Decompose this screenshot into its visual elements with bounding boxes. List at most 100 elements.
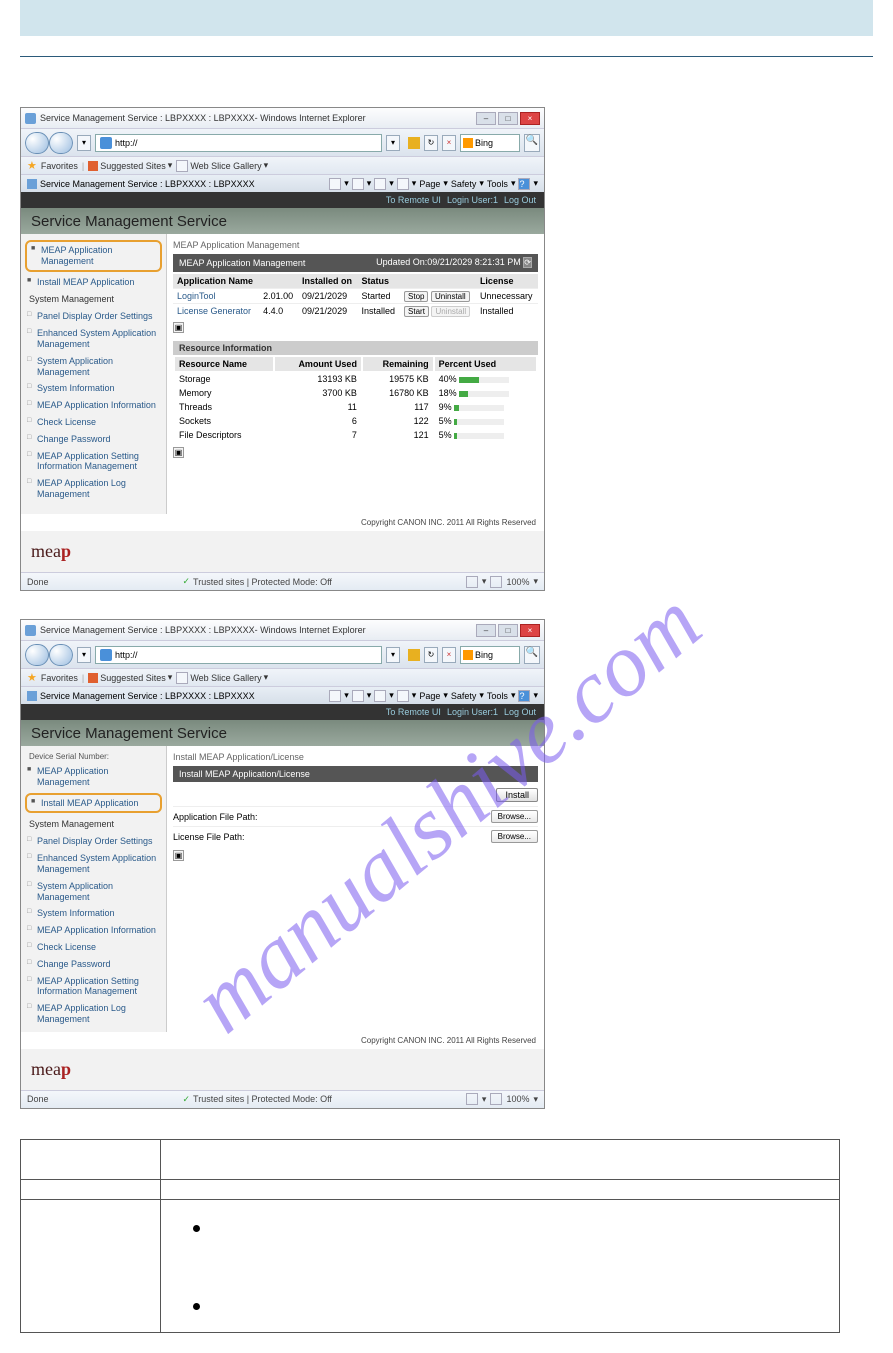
dropdown-icon[interactable]: ▾: [77, 135, 91, 151]
star-icon[interactable]: ★: [27, 671, 37, 684]
sidebar-item-meap-log[interactable]: MEAP Application Log Management: [21, 1000, 166, 1028]
expand-icon[interactable]: ▣: [173, 322, 184, 333]
webslice-icon: [176, 160, 188, 172]
sidebar-item-sys-app-mgmt[interactable]: System Application Management: [21, 353, 166, 381]
zone-icon[interactable]: [466, 1093, 478, 1105]
sidebar-item-meap-setting[interactable]: MEAP Application Setting Information Man…: [21, 448, 166, 476]
refresh-icon[interactable]: ↻: [424, 135, 438, 151]
sidebar-item-meap-app-info[interactable]: MEAP Application Information: [21, 922, 166, 939]
tab-icon: [27, 691, 37, 701]
sidebar-item-check-license[interactable]: Check License: [21, 939, 166, 956]
close-button[interactable]: ×: [520, 624, 540, 637]
dropdown-icon[interactable]: ▾: [77, 647, 91, 663]
ie-icon: [100, 649, 112, 661]
stop-button[interactable]: Stop: [404, 291, 428, 302]
app-file-path-label: Application File Path:: [173, 812, 293, 822]
install-button[interactable]: Install: [496, 788, 538, 802]
start-button[interactable]: Start: [404, 306, 429, 317]
maximize-button[interactable]: □: [498, 112, 518, 125]
logout-link[interactable]: Log Out: [504, 707, 536, 717]
help-icon[interactable]: ?: [518, 178, 530, 190]
help-icon[interactable]: ?: [518, 690, 530, 702]
sidebar-item-install-meap[interactable]: Install MEAP Application: [21, 274, 166, 291]
tab-title[interactable]: Service Management Service : LBPXXXX : L…: [40, 179, 255, 189]
sidebar-item-enhanced[interactable]: Enhanced System Application Management: [21, 850, 166, 878]
tools-menu[interactable]: Tools: [487, 179, 508, 189]
expand-icon[interactable]: ▣: [173, 447, 184, 458]
sidebar-item-sys-info[interactable]: System Information: [21, 380, 166, 397]
webslice-icon: [176, 672, 188, 684]
remote-ui-link[interactable]: To Remote UI: [386, 195, 441, 205]
sidebar-item-panel-display[interactable]: Panel Display Order Settings: [21, 833, 166, 850]
back-button[interactable]: [25, 132, 49, 154]
home-icon[interactable]: [329, 178, 341, 190]
sidebar-item-meap-mgmt[interactable]: MEAP Application Management: [21, 763, 166, 791]
app-name[interactable]: License Generator: [173, 304, 259, 319]
safety-menu[interactable]: Safety: [451, 691, 477, 701]
mail-icon[interactable]: [374, 178, 386, 190]
sidebar-item-meap-setting[interactable]: MEAP Application Setting Information Man…: [21, 973, 166, 1001]
back-button[interactable]: [25, 644, 49, 666]
sidebar-item-enhanced[interactable]: Enhanced System Application Management: [21, 325, 166, 353]
logout-link[interactable]: Log Out: [504, 195, 536, 205]
zoom-icon[interactable]: [490, 1093, 502, 1105]
uninstall-button[interactable]: Uninstall: [431, 291, 470, 302]
sidebar-item-sys-app-mgmt[interactable]: System Application Management: [21, 878, 166, 906]
tools-menu[interactable]: Tools: [487, 691, 508, 701]
minimize-button[interactable]: –: [476, 112, 496, 125]
sidebar-item-meap-app-info[interactable]: MEAP Application Information: [21, 397, 166, 414]
page-header-area: Service Management Service: [21, 720, 544, 746]
close-button[interactable]: ×: [520, 112, 540, 125]
feed-icon[interactable]: [352, 690, 364, 702]
zone-icon[interactable]: [466, 576, 478, 588]
bing-icon: [463, 138, 473, 148]
print-icon[interactable]: [397, 178, 409, 190]
address-bar[interactable]: http://: [95, 646, 382, 664]
safety-menu[interactable]: Safety: [451, 179, 477, 189]
refresh-button[interactable]: ⟳: [523, 257, 532, 268]
tab-title[interactable]: Service Management Service : LBPXXXX : L…: [40, 691, 255, 701]
star-icon[interactable]: ★: [27, 159, 37, 172]
web-slice-gallery[interactable]: Web Slice Gallery ▾: [176, 672, 268, 684]
sidebar-item-panel-display[interactable]: Panel Display Order Settings: [21, 308, 166, 325]
url-dropdown[interactable]: ▾: [386, 135, 400, 151]
expand-icon[interactable]: ▣: [173, 850, 184, 861]
forward-button[interactable]: [49, 644, 73, 666]
page-menu[interactable]: Page: [419, 691, 440, 701]
stop-icon[interactable]: ×: [442, 135, 456, 151]
remote-ui-link[interactable]: To Remote UI: [386, 707, 441, 717]
sidebar-item-install-meap[interactable]: Install MEAP Application: [25, 793, 162, 814]
suggested-sites[interactable]: Suggested Sites ▾: [88, 160, 172, 171]
page-menu[interactable]: Page: [419, 179, 440, 189]
zoom-icon[interactable]: [490, 576, 502, 588]
sidebar-item-sys-info[interactable]: System Information: [21, 905, 166, 922]
search-box[interactable]: Bing: [460, 134, 520, 152]
mail-icon[interactable]: [374, 690, 386, 702]
search-icon[interactable]: 🔍: [524, 646, 540, 664]
forward-button[interactable]: [49, 132, 73, 154]
sidebar-item-change-pwd[interactable]: Change Password: [21, 431, 166, 448]
search-icon[interactable]: 🔍: [524, 134, 540, 152]
sidebar-item-change-pwd[interactable]: Change Password: [21, 956, 166, 973]
feed-icon[interactable]: [352, 178, 364, 190]
search-box[interactable]: Bing: [460, 646, 520, 664]
refresh-icon[interactable]: ↻: [424, 647, 438, 663]
sidebar-item-meap-mgmt[interactable]: MEAP Application Management: [25, 240, 162, 272]
browse-button[interactable]: Browse...: [491, 830, 538, 843]
suggested-sites[interactable]: Suggested Sites ▾: [88, 672, 172, 683]
stop-icon[interactable]: ×: [442, 647, 456, 663]
favorites-bar: ★ Favorites | Suggested Sites ▾ Web Slic…: [21, 668, 544, 686]
sidebar-item-check-license[interactable]: Check License: [21, 414, 166, 431]
url-dropdown[interactable]: ▾: [386, 647, 400, 663]
minimize-button[interactable]: –: [476, 624, 496, 637]
browse-button[interactable]: Browse...: [491, 810, 538, 823]
app-name[interactable]: LoginTool: [173, 289, 259, 304]
sidebar-item-meap-log[interactable]: MEAP Application Log Management: [21, 475, 166, 503]
home-icon[interactable]: [329, 690, 341, 702]
search-engine-label: Bing: [475, 138, 493, 148]
web-slice-gallery[interactable]: Web Slice Gallery ▾: [176, 160, 268, 172]
doc-cell: [21, 1199, 161, 1332]
maximize-button[interactable]: □: [498, 624, 518, 637]
address-bar[interactable]: http://: [95, 134, 382, 152]
print-icon[interactable]: [397, 690, 409, 702]
